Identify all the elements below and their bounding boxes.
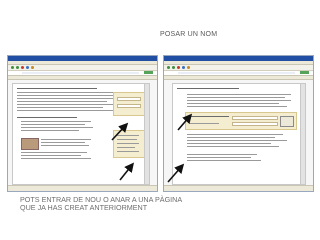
pointer-arrow-icon <box>177 113 193 131</box>
slide-caption: POTS ENTRAR DE NOU O ANAR A UNA PÀGINA Q… <box>20 195 182 213</box>
pointer-arrow-icon <box>111 122 129 141</box>
pointer-arrow-icon <box>167 163 185 183</box>
pointer-arrow-icon <box>119 162 134 181</box>
